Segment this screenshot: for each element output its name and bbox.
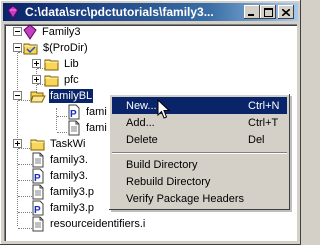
tree-item-taskwindow[interactable]: TaskWi	[30, 136, 86, 152]
tree-item-label: family3.p	[50, 202, 95, 214]
tree-item-file[interactable]: fami	[66, 120, 108, 136]
close-button[interactable]	[278, 5, 294, 19]
expand-toggle[interactable]	[13, 139, 22, 148]
menu-item-add[interactable]: Add... Ctrl+T	[112, 114, 287, 131]
folder-icon	[30, 139, 45, 151]
menu-item-rebuild-directory[interactable]: Rebuild Directory	[112, 173, 287, 190]
menu-item-verify-package-headers[interactable]: Verify Package Headers	[112, 190, 287, 207]
package-file-icon	[68, 104, 80, 120]
menu-item-shortcut: Del	[248, 133, 265, 146]
tree-item-family3[interactable]: Family3	[22, 24, 82, 40]
minimize-icon	[248, 13, 254, 16]
tree-item-file[interactable]: family3.p	[30, 200, 95, 216]
app-icon	[7, 5, 19, 19]
folder-open-icon	[30, 91, 46, 103]
menu-item-build-directory[interactable]: Build Directory	[112, 156, 287, 173]
tree-item-label: Lib	[64, 58, 79, 70]
file-icon	[32, 184, 44, 200]
close-icon	[282, 8, 290, 16]
maximize-icon	[263, 7, 273, 17]
menu-item-label: Add...	[126, 116, 155, 129]
tree-line	[56, 108, 57, 130]
expand-toggle[interactable]	[32, 59, 41, 68]
tree-item-label: familyBL	[49, 89, 94, 103]
menu-item-label: New...	[126, 99, 157, 112]
menu-item-label: Verify Package Headers	[126, 192, 245, 205]
maximize-button[interactable]	[260, 5, 276, 19]
window-title: C:\data\src\pdctutorials\family3...	[25, 5, 214, 19]
tree-item-label: family3.	[50, 154, 88, 166]
menu-separator	[112, 152, 287, 154]
tree-item-lib[interactable]: Lib	[44, 56, 80, 72]
tree-item-file[interactable]: fami	[66, 104, 108, 120]
tree-item-label: TaskWi	[50, 138, 86, 150]
tree-item-file[interactable]: family3.	[30, 152, 89, 168]
menu-item-shortcut: Ctrl+T	[248, 116, 279, 129]
tree-item-label: Family3	[42, 26, 81, 38]
tree-item-file[interactable]: family3.p	[30, 184, 95, 200]
title-bar[interactable]: C:\data\src\pdctutorials\family3...	[3, 3, 298, 21]
menu-item-label: Build Directory	[126, 158, 198, 171]
file-icon	[32, 152, 44, 168]
minimize-button[interactable]	[244, 5, 260, 19]
menu-item-shortcut: Ctrl+N	[248, 99, 280, 112]
tree-item-prodir[interactable]: $(ProDir)	[23, 40, 89, 56]
collapse-toggle[interactable]	[13, 27, 22, 36]
package-file-icon	[32, 168, 44, 184]
collapse-toggle[interactable]	[13, 91, 22, 100]
tree-line	[17, 44, 18, 226]
tree-item-file[interactable]: resourceidentifiers.i	[30, 216, 146, 232]
tree-item-label: resourceidentifiers.i	[50, 218, 146, 230]
tree-item-label: family3.	[50, 170, 88, 182]
mouse-cursor-icon	[157, 99, 171, 119]
tree-item-familybl[interactable]: familyBL	[30, 88, 94, 104]
tree-item-label: $(ProDir)	[43, 42, 88, 54]
network-folder-icon	[23, 43, 38, 55]
menu-item-delete[interactable]: Delete Del	[112, 131, 287, 148]
tree-item-label: pfc	[64, 74, 79, 86]
collapse-toggle[interactable]	[13, 43, 22, 52]
folder-icon	[44, 59, 59, 71]
tree-item-label: fami	[86, 122, 107, 134]
package-file-icon	[32, 200, 44, 216]
tree-item-pfc[interactable]: pfc	[44, 72, 80, 88]
project-window: C:\data\src\pdctutorials\family3... Fami…	[0, 0, 301, 245]
file-icon	[32, 216, 44, 232]
tree-item-file[interactable]: family3.	[30, 168, 89, 184]
menu-item-label: Rebuild Directory	[126, 175, 211, 188]
tree-item-label: family3.p	[50, 186, 95, 198]
context-menu: New... Ctrl+N Add... Ctrl+T Delete Del B…	[109, 94, 290, 210]
project-icon	[23, 24, 37, 40]
menu-item-label: Delete	[126, 133, 158, 146]
expand-toggle[interactable]	[32, 75, 41, 84]
file-icon	[68, 120, 80, 136]
folder-icon	[44, 75, 59, 87]
menu-item-new[interactable]: New... Ctrl+N	[112, 97, 287, 114]
tree-item-label: fami	[86, 106, 107, 118]
